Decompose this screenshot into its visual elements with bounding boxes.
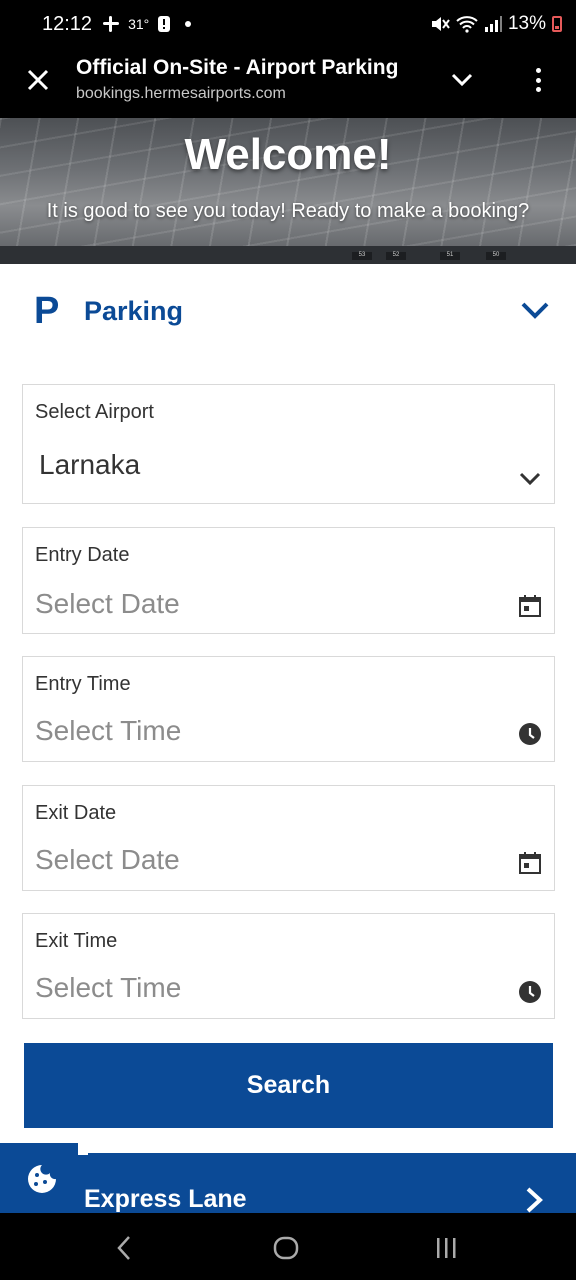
- welcome-subheading: It is good to see you today! Ready to ma…: [46, 200, 530, 222]
- airport-select[interactable]: Select Airport Larnaka: [22, 384, 555, 504]
- entry-time-label: Entry Time: [35, 673, 131, 695]
- entry-time-placeholder: Select Time: [35, 715, 182, 746]
- calendar-icon: [519, 595, 541, 617]
- exit-time-placeholder: Select Time: [35, 972, 182, 1003]
- parking-icon: P: [34, 290, 60, 332]
- search-button[interactable]: Search: [24, 1043, 553, 1128]
- hero-banner: 53 52 51 50 Welcome! It is good to see y…: [0, 118, 576, 264]
- counter-sign: 51: [440, 252, 460, 260]
- counter-sign: 53: [352, 252, 372, 260]
- status-bar: 12:12 31° 13%: [0, 0, 576, 48]
- chevron-down-icon[interactable]: [520, 300, 550, 322]
- cookie-tab-notch: [78, 1143, 88, 1155]
- entry-date-label: Entry Date: [35, 544, 130, 566]
- page-url: bookings.hermesairports.com: [76, 85, 286, 102]
- airport-value: Larnaka: [39, 449, 141, 480]
- exit-date-placeholder: Select Date: [35, 844, 180, 875]
- entry-time-field[interactable]: Entry Time Select Time: [22, 656, 555, 762]
- airport-label: Select Airport: [35, 401, 154, 423]
- cookie-settings-button[interactable]: [0, 1143, 84, 1213]
- more-options-icon[interactable]: [528, 66, 548, 94]
- exit-date-label: Exit Date: [35, 802, 117, 824]
- wifi-icon: [456, 16, 478, 33]
- signal-icon: [484, 16, 502, 32]
- chevron-down-icon[interactable]: [450, 68, 474, 92]
- slack-icon: [103, 16, 120, 32]
- parking-section-header[interactable]: P Parking: [0, 264, 576, 360]
- status-right-icons: 13%: [430, 13, 562, 35]
- entry-date-field[interactable]: Entry Date Select Date: [22, 527, 555, 634]
- home-icon[interactable]: [271, 1233, 301, 1263]
- clock-icon: [519, 981, 541, 1003]
- temperature-label: 31°: [128, 16, 150, 32]
- status-left-icons: 31°: [102, 15, 192, 33]
- status-time: 12:12: [42, 12, 93, 35]
- express-lane-bar[interactable]: Express Lane: [0, 1153, 576, 1213]
- chevron-right-icon: [526, 1187, 543, 1213]
- chevron-down-icon: [519, 472, 541, 486]
- cookie-icon: [28, 1165, 56, 1193]
- system-nav-bar: [0, 1213, 576, 1280]
- browser-toolbar: Official On-Site - Airport Parking booki…: [0, 48, 576, 118]
- exit-time-field[interactable]: Exit Time Select Time: [22, 913, 555, 1019]
- recents-icon[interactable]: [432, 1233, 462, 1263]
- section-label: Parking: [84, 296, 184, 326]
- calendar-icon: [519, 852, 541, 874]
- dot-icon: [185, 21, 192, 27]
- back-icon[interactable]: [110, 1233, 140, 1263]
- battery-icon: [552, 16, 562, 32]
- welcome-heading: Welcome!: [184, 130, 392, 179]
- counter-sign: 52: [386, 252, 406, 260]
- battery-percent: 13%: [507, 13, 546, 34]
- page-title: Official On-Site - Airport Parking: [76, 56, 399, 79]
- counter-sign: 50: [486, 252, 506, 260]
- exit-date-field[interactable]: Exit Date Select Date: [22, 785, 555, 891]
- clock-icon: [519, 723, 541, 745]
- mute-icon: [431, 17, 450, 31]
- notification-icon: [158, 16, 171, 32]
- express-lane-label: Express Lane: [84, 1185, 247, 1213]
- entry-date-placeholder: Select Date: [35, 588, 180, 619]
- close-icon[interactable]: [24, 66, 52, 94]
- exit-time-label: Exit Time: [35, 930, 118, 952]
